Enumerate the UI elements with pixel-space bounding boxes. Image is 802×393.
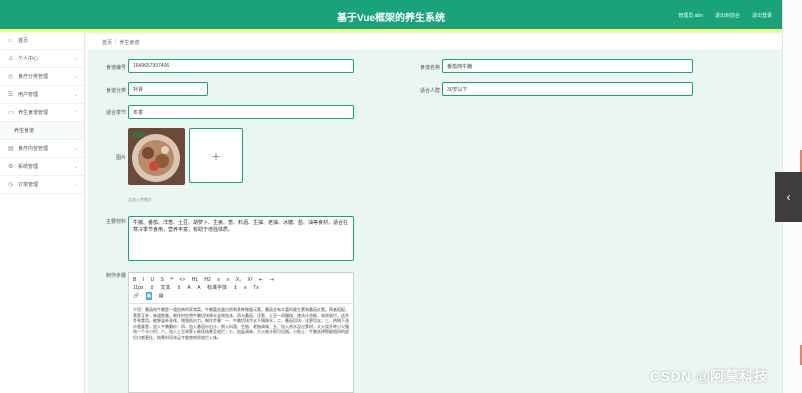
sidebar-item-label: 订单管理 [18,182,39,188]
material-textarea[interactable]: 牛腩、番茄、洋葱、土豆、胡萝卜、生姜、葱、料酒、生抽、老抽、冰糖、盐、油等食材，… [128,216,354,261]
material-label: 主要材料 [105,219,126,225]
align-button[interactable]: ≡ [244,284,247,292]
content-label: 制作步骤 [105,273,126,279]
sidebar-item-profile[interactable]: ♙ 个人中心 ⌄ [0,50,84,68]
chevron-up-icon: ⌃ [73,110,78,116]
outdent-button[interactable]: ⇤ [259,276,263,284]
top-link-admin[interactable]: 管理员 abo [678,12,703,19]
sidebar-item-label: 首页 [18,38,29,44]
category-select[interactable]: 补肾 ⌄ [128,82,208,96]
content-icon: ▤ [8,145,14,152]
name-input[interactable]: 番茄炖牛腩 [442,59,693,73]
main-content: 首页 / 养生食谱 食谱编号 1649657997406 食谱名称 番茄炖牛腩 … [88,32,782,393]
top-link-frontend[interactable]: 退出到前台 [715,12,740,19]
chevron-down-icon: ⌄ [73,146,78,152]
top-bar: 基于Vue框架的养生系统 管理员 abo 退出到前台 退出登录 [0,0,782,29]
h1-button[interactable]: H1 [192,276,198,284]
season-input[interactable]: 冬季 [128,105,354,119]
font-size-select[interactable]: 11px [133,284,143,292]
chevron-down-icon: ⌄ [73,182,78,188]
strike-button[interactable]: S [161,276,164,284]
sidebar-item-category[interactable]: ◎ 食疗分类管理 ⌄ [0,68,84,86]
ordered-list-button[interactable]: ≡ [217,276,220,284]
recipe-icon: ▭ [8,109,14,116]
image-icon[interactable]: ▣ [145,292,153,300]
image-label: 图片 [115,155,126,161]
code-label: 食谱编号 [105,65,126,71]
code-button[interactable]: <> [179,276,185,284]
chevron-icon: ⇕ [233,285,238,291]
sidebar-item-label: 食疗分类管理 [18,74,49,80]
h2-button[interactable]: H2 [204,276,210,284]
bg-color-button[interactable]: A [197,284,200,292]
plus-icon: + [211,147,221,164]
sidebar-item-users[interactable]: ☰ 用户管理 ⌄ [0,86,84,104]
top-link-logout[interactable]: 退出登录 [752,12,772,19]
season-label: 适合季节 [105,110,126,116]
editor-body[interactable]: 介绍：番茄炖牛腩是一道经典的家常菜，牛腩富含蛋白质和多种微量元素，番茄含有丰富的… [129,304,353,344]
chevron-icon: ⇕ [176,285,182,291]
recipe-image [128,128,185,185]
users-icon: ☰ [8,91,14,98]
name-label: 食谱名称 [419,65,440,71]
heading-select[interactable]: 文本 [160,284,170,292]
video-icon[interactable]: ▤ [159,292,164,300]
chevron-down-icon: ⌄ [73,164,78,170]
breadcrumb-home[interactable]: 首页 [102,39,112,46]
code-input[interactable]: 1649657997406 [128,59,354,73]
editor-toolbar: B I U S ❝ <> H1 H2 ≡ ≡ X₂ X² ⇤ ⇥ 11px ⇕ … [129,273,353,304]
top-links: 管理员 abo 退出到前台 退出登录 [678,12,772,19]
sidebar: ⌂ 首页 ♙ 个人中心 ⌄ ◎ 食疗分类管理 ⌄ ☰ 用户管理 ⌄ ▭ 养生食谱… [0,32,85,393]
sidebar-item-content[interactable]: ▤ 食疗内容管理 ⌄ [0,140,84,158]
order-icon: ◷ [8,181,14,188]
population-label: 适合人群 [419,88,440,94]
chevron-icon: ⇕ [149,285,155,291]
chevron-down-icon: ⌄ [73,56,78,62]
superscript-button[interactable]: X² [247,276,252,284]
quote-button[interactable]: ❝ [170,276,173,284]
population-input[interactable]: 30岁以下 [442,82,693,96]
link-icon[interactable]: 🔗 [133,292,139,300]
chevron-left-icon: ‹ [786,190,791,204]
chevron-down-icon: ⌄ [198,86,203,92]
font-color-button[interactable]: A [187,284,190,292]
sidebar-subitem-recipe[interactable]: 养生食谱 [0,122,84,140]
sidebar-item-orders[interactable]: ◷ 订单管理 ⌄ [0,176,84,194]
sidebar-item-label: 食疗内容管理 [18,146,49,152]
italic-button[interactable]: I [143,276,144,284]
upload-button[interactable]: + [189,128,243,183]
indent-button[interactable]: ⇥ [269,276,273,284]
breadcrumb: 首页 / 养生食谱 [88,34,782,50]
user-icon: ♙ [8,55,14,62]
side-collapse-button[interactable]: ‹ [775,172,802,222]
subscript-button[interactable]: X₂ [236,276,241,284]
font-family-select[interactable]: 标准字体 [207,284,227,292]
sidebar-item-recipes[interactable]: ▭ 养生食谱管理 ⌃ [0,104,84,122]
chevron-down-icon: ⌄ [73,74,78,80]
rich-text-editor[interactable]: B I U S ❝ <> H1 H2 ≡ ≡ X₂ X² ⇤ ⇥ 11px ⇕ … [128,272,354,393]
upload-hint: 点击上传图片 [128,197,152,202]
sidebar-item-label: 个人中心 [18,56,39,62]
watermark: CSDN @阿莫科技 [650,368,769,384]
home-icon: ⌂ [8,37,12,44]
bold-button[interactable]: B [133,276,136,284]
sidebar-item-label: 养生食谱 [14,128,35,134]
category-icon: ◎ [8,73,14,80]
bullet-list-button[interactable]: ≡ [227,276,230,284]
app-title: 基于Vue框架的养生系统 [337,13,445,24]
breadcrumb-current: 养生食谱 [119,39,140,46]
category-label: 食谱分类 [105,88,126,94]
sidebar-item-label: 养生食谱管理 [18,110,49,116]
sidebar-item-label: 用户管理 [18,92,39,98]
settings-icon: ⚙ [8,163,14,170]
clear-format-button[interactable]: Tx [253,284,259,292]
chevron-down-icon: ⌄ [73,92,78,98]
sidebar-item-system[interactable]: ⚙ 系统管理 ⌄ [0,158,84,176]
sidebar-item-home[interactable]: ⌂ 首页 [0,32,84,50]
underline-button[interactable]: U [151,276,155,284]
sidebar-item-label: 系统管理 [18,164,39,170]
